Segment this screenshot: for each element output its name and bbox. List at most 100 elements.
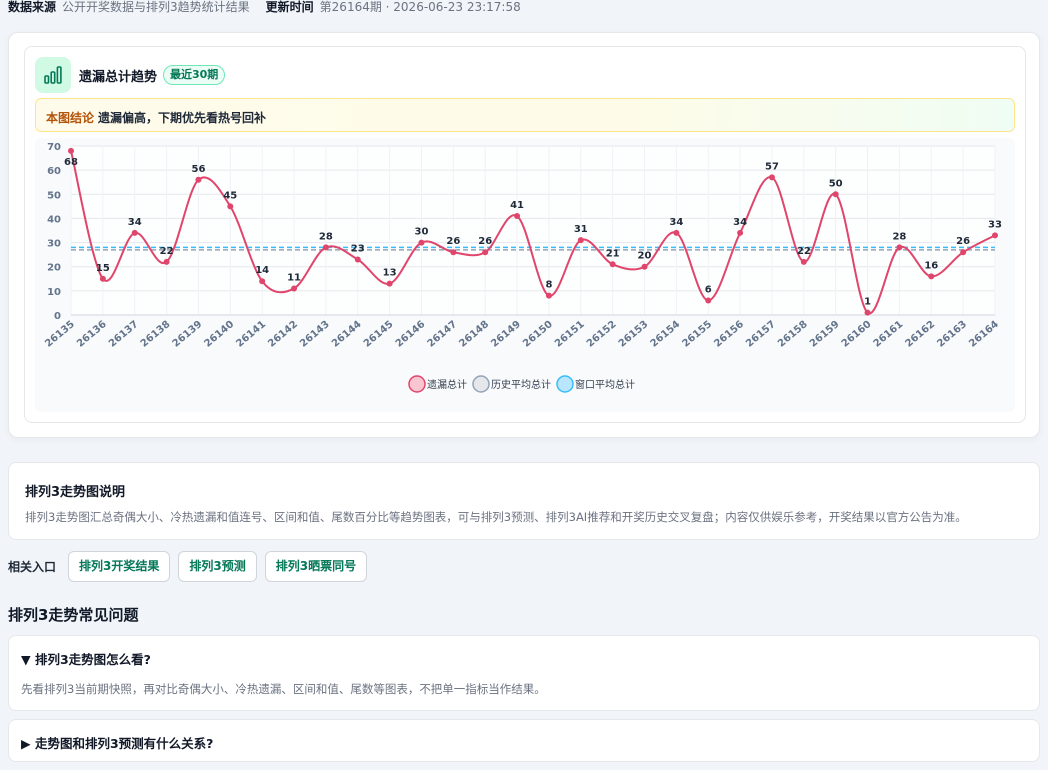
x-tick-label: 26153: [617, 319, 651, 350]
x-tick-label: 26138: [139, 319, 173, 350]
data-label: 11: [287, 272, 301, 283]
data-label: 21: [606, 248, 620, 259]
description-card: 排列3走势图说明 排列3走势图汇总奇偶大小、冷热遗漏和值连号、区间和值、尾数百分…: [8, 462, 1040, 540]
data-label: 26: [446, 236, 460, 247]
data-point: [195, 176, 202, 183]
y-tick-label: 0: [54, 311, 61, 322]
chart-title: 遗漏总计趋势: [79, 70, 158, 85]
bar-chart-icon: [35, 57, 71, 93]
data-label: 33: [988, 219, 1002, 230]
data-point: [832, 191, 839, 198]
x-tick-label: 26135: [43, 319, 77, 350]
data-label: 1: [864, 297, 871, 308]
data-label: 6: [705, 285, 712, 296]
x-tick-label: 26157: [744, 319, 778, 350]
data-point: [227, 203, 234, 210]
x-tick-label: 26149: [489, 319, 523, 350]
data-point: [800, 258, 807, 265]
data-label: 8: [545, 280, 552, 291]
chart-area: 0 10 20 30 40 50 60 70 26135 26136 26137 26138 26139…: [35, 138, 1015, 412]
data-label: 14: [255, 265, 269, 276]
faq-item-expanded[interactable]: ▼ 排列3走势图怎么看? 先看排列3当前期快照，再对比奇偶大小、冷热遗漏、区间和…: [8, 635, 1040, 711]
data-point: [577, 237, 584, 244]
x-tick-label: 26160: [840, 319, 874, 350]
link-draw-results[interactable]: 排列3开奖结果: [68, 551, 171, 582]
data-point: [768, 174, 775, 181]
x-tick-label: 26143: [298, 319, 332, 350]
legend-label: 窗口平均总计: [575, 378, 635, 391]
legend-swatch: [556, 375, 574, 393]
data-point: [864, 309, 871, 316]
data-label: 22: [160, 246, 174, 257]
source-value: 公开开奖数据与排列3趋势统计结果: [62, 0, 250, 14]
data-label: 23: [351, 243, 365, 254]
data-label: 57: [765, 161, 779, 172]
y-tick-label: 10: [47, 287, 61, 298]
link-shared-tickets[interactable]: 排列3晒票同号: [264, 551, 368, 582]
x-tick-label: 26139: [171, 319, 205, 350]
x-tick-label: 26163: [935, 319, 969, 350]
faq-question[interactable]: ▼ 排列3走势图怎么看?: [21, 649, 151, 668]
data-label: 34: [669, 217, 683, 228]
data-label: 30: [415, 227, 429, 238]
range-badge: 最近30期: [163, 65, 226, 85]
data-label: 34: [733, 217, 747, 228]
related-links: 相关入口 排列3开奖结果 排列3预测 排列3晒票同号: [8, 551, 368, 582]
x-tick-label: 26144: [330, 319, 364, 350]
data-point: [68, 147, 74, 154]
legend-swatch: [472, 375, 490, 393]
x-tick-label: 26164: [967, 319, 1001, 350]
data-point: [609, 261, 616, 268]
x-tick-label: 26152: [585, 319, 619, 350]
legend-label: 遗漏总计: [427, 378, 467, 391]
x-tick-label: 26140: [203, 319, 237, 350]
data-point: [928, 273, 935, 280]
x-tick-label: 26155: [680, 319, 714, 350]
link-prediction[interactable]: 排列3预测: [178, 551, 257, 582]
x-tick-label: 26151: [553, 319, 587, 350]
data-point: [163, 258, 170, 265]
x-tick-label: 26154: [649, 319, 683, 350]
data-point: [418, 239, 425, 246]
data-label: 34: [128, 217, 142, 228]
data-point: [482, 249, 489, 256]
x-tick-label: 26137: [107, 319, 141, 350]
x-tick-label: 26145: [362, 319, 396, 350]
x-tick-label: 26162: [903, 319, 937, 350]
updated-value: 第26164期 · 2026-06-23 23:17:58: [319, 0, 521, 14]
x-tick-label: 26136: [75, 319, 109, 350]
faq-item-collapsed[interactable]: ▶ 走势图和排列3预测有什么关系?: [8, 719, 1040, 762]
description-text: 排列3走势图汇总奇偶大小、冷热遗漏和值连号、区间和值、尾数百分比等趋势图表，可与…: [25, 510, 967, 524]
plot-background: [71, 146, 995, 315]
data-point: [737, 229, 744, 236]
data-point: [514, 213, 521, 220]
data-label: 45: [223, 190, 237, 201]
legend-label: 历史平均总计: [491, 378, 551, 391]
x-tick-label: 26158: [776, 319, 810, 350]
line-chart: 0102030405060702613526136261372613826139…: [43, 142, 1002, 393]
data-point: [131, 229, 138, 236]
data-label: 20: [638, 251, 652, 262]
data-point: [673, 229, 680, 236]
x-tick-label: 26147: [426, 319, 460, 350]
data-point: [386, 280, 393, 287]
meta-bar: 数据来源 公开开奖数据与排列3趋势统计结果 更新时间 第26164期 · 2026-0…: [8, 0, 521, 14]
y-tick-label: 20: [47, 263, 61, 274]
legend-swatch: [408, 375, 426, 393]
data-label: 56: [191, 164, 205, 175]
data-label: 26: [956, 236, 970, 247]
data-point: [705, 297, 712, 304]
x-tick-label: 26146: [394, 319, 428, 350]
source-label: 数据来源: [8, 0, 57, 14]
y-tick-label: 50: [47, 190, 61, 201]
x-tick-label: 26161: [872, 319, 906, 350]
x-tick-label: 26156: [712, 319, 746, 350]
data-point: [99, 275, 106, 282]
description-title: 排列3走势图说明: [25, 485, 126, 500]
faq-question[interactable]: ▶ 走势图和排列3预测有什么关系?: [21, 733, 213, 752]
x-tick-label: 26141: [234, 319, 268, 350]
data-point: [291, 285, 298, 292]
data-point: [450, 249, 457, 256]
data-point: [259, 278, 266, 285]
x-tick-label: 26159: [808, 319, 842, 350]
